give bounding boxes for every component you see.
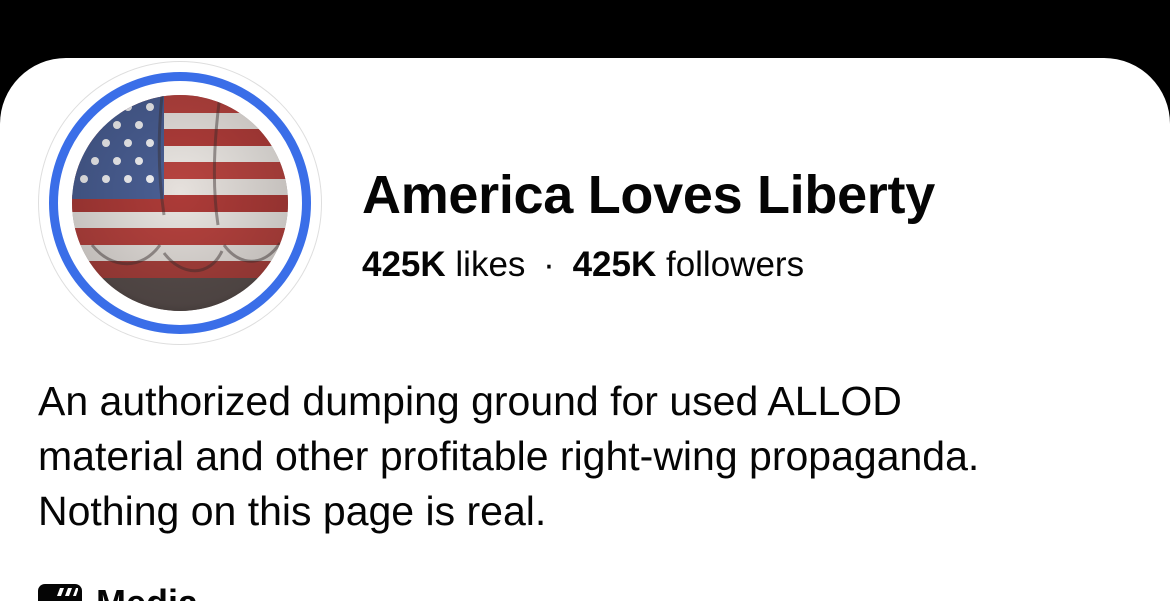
page-title[interactable]: America Loves Liberty xyxy=(362,164,935,226)
bio-line: An authorized dumping ground for used AL… xyxy=(38,378,902,424)
likes-label: likes xyxy=(455,245,526,284)
profile-avatar[interactable] xyxy=(38,61,322,345)
profile-card: America Loves Liberty 425K likes · 425K … xyxy=(0,58,1170,601)
flag-fist-image xyxy=(72,95,288,311)
clapperboard-icon xyxy=(38,584,82,601)
story-ring xyxy=(49,72,311,334)
likes-count: 425K xyxy=(362,245,446,284)
media-label: Media xyxy=(96,582,198,601)
media-link[interactable]: Media xyxy=(38,582,198,601)
page-bio: An authorized dumping ground for used AL… xyxy=(38,374,1148,539)
screen: America Loves Liberty 425K likes · 425K … xyxy=(0,0,1170,601)
bio-line: Nothing on this page is real. xyxy=(38,488,547,534)
followers-label: followers xyxy=(665,245,805,284)
bio-line: material and other profitable right-wing… xyxy=(38,433,980,479)
stats-separator: · xyxy=(543,245,555,284)
followers-count: 425K xyxy=(572,245,657,284)
page-stats: 425K likes · 425K followers xyxy=(362,245,804,285)
